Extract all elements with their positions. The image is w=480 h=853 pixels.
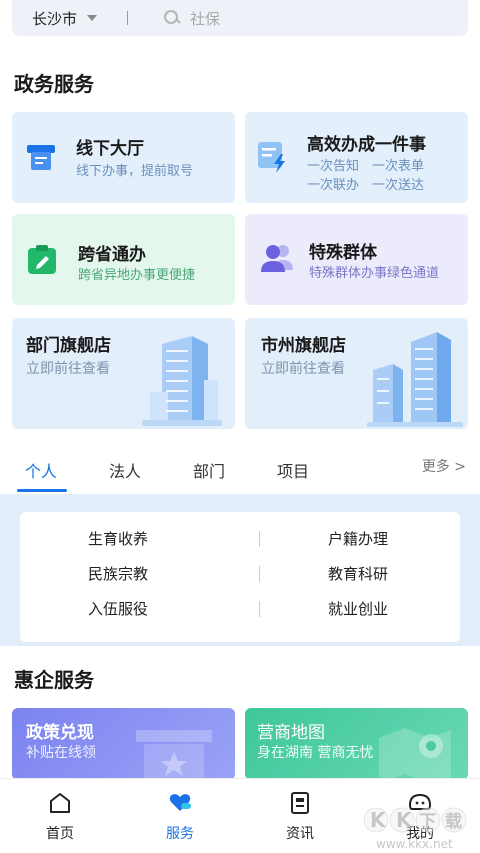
- search-input[interactable]: 社保: [190, 8, 220, 29]
- city-selector[interactable]: 长沙市: [32, 8, 77, 29]
- card-title: 政策兑现: [26, 723, 94, 743]
- category-item[interactable]: 民族宗教: [88, 563, 148, 584]
- svg-text:K: K: [396, 808, 413, 832]
- card-subtitle: 跨省异地办事更便捷: [78, 268, 196, 283]
- card-special-groups[interactable]: 特殊群体 特殊群体办事绿色通道: [245, 214, 468, 305]
- card-business-map[interactable]: 营商地图 身在湖南 营商无忧: [245, 708, 468, 780]
- category-panel: 生育收养 户籍办理 民族宗教 教育科研 入伍服役 就业创业: [0, 494, 480, 646]
- svg-text:载: 载: [445, 811, 462, 832]
- card-title: 线下大厅: [76, 139, 144, 159]
- group-users-icon: [261, 245, 293, 272]
- home-icon: [50, 793, 70, 813]
- nav-news[interactable]: 资讯: [250, 779, 350, 853]
- nav-home[interactable]: 首页: [10, 779, 110, 853]
- news-icon: [291, 792, 309, 814]
- card-subtitle: 立即前往查看: [261, 361, 345, 377]
- clipboard-edit-icon: [28, 245, 56, 274]
- gov-services-title: 政务服务: [14, 72, 94, 96]
- nav-label: 服务: [166, 826, 194, 842]
- lightning-doc-icon: [258, 142, 285, 173]
- tab-personal[interactable]: 个人: [25, 458, 57, 482]
- card-cross-province[interactable]: 跨省通办 跨省异地办事更便捷: [12, 214, 235, 305]
- nav-services[interactable]: 服务: [130, 779, 230, 853]
- category-item[interactable]: 就业创业: [328, 598, 388, 619]
- nav-label: 资讯: [286, 826, 314, 842]
- kkx-watermark-logo: K K 下 载 www.kkx.net: [364, 807, 467, 851]
- more-link[interactable]: 更多 >: [422, 456, 466, 476]
- card-subtitle: 线下办事，提前取号: [76, 164, 194, 179]
- biz-services-title: 惠企服务: [14, 668, 94, 692]
- category-divider: [259, 531, 260, 547]
- card-subtitle: 特殊群体办事绿色通道: [309, 266, 440, 281]
- svg-text:K: K: [370, 808, 387, 832]
- search-divider: [127, 11, 129, 25]
- card-title: 跨省通办: [78, 245, 146, 265]
- svg-text:下: 下: [419, 812, 436, 832]
- category-divider: [259, 601, 260, 617]
- category-grid: 生育收养 户籍办理 民族宗教 教育科研 入伍服役 就业创业: [20, 512, 460, 642]
- card-title: 市州旗舰店: [261, 336, 346, 356]
- svg-text:www.kkx.net: www.kkx.net: [376, 837, 453, 851]
- card-subtitle-line2: 一次联办 一次送达: [307, 178, 425, 193]
- card-subtitle: 立即前往查看: [26, 361, 110, 377]
- ticket-machine-icon: [27, 145, 55, 170]
- search-icon: [164, 10, 180, 26]
- tab-legal-person[interactable]: 法人: [109, 458, 141, 482]
- card-offline-hall[interactable]: 线下大厅 线下办事，提前取号: [12, 112, 235, 203]
- star-box-icon: [136, 730, 212, 780]
- card-title: 高效办成一件事: [307, 135, 426, 155]
- tab-active-indicator: [17, 489, 67, 492]
- tab-project[interactable]: 项目: [277, 458, 309, 482]
- card-subtitle: 补贴在线领: [26, 745, 96, 761]
- card-city-store[interactable]: 市州旗舰店 立即前往查看: [245, 318, 468, 429]
- card-title: 营商地图: [257, 723, 325, 743]
- caret-down-icon[interactable]: [87, 15, 98, 21]
- category-tabs: 个人 法人 部门 项目 更多 >: [0, 450, 480, 494]
- category-item[interactable]: 生育收养: [88, 528, 148, 549]
- card-efficient-service[interactable]: 高效办成一件事 一次告知 一次表单 一次联办 一次送达: [245, 112, 468, 203]
- map-pin-icon: [379, 728, 451, 780]
- tab-department[interactable]: 部门: [193, 458, 225, 482]
- search-bar: 长沙市 社保: [12, 0, 468, 36]
- heart-hand-icon: [169, 794, 191, 811]
- category-item[interactable]: 教育科研: [328, 563, 388, 584]
- nav-label: 首页: [46, 826, 74, 842]
- card-subtitle: 身在湖南 营商无忧: [257, 745, 374, 761]
- category-divider: [259, 566, 260, 582]
- city-buildings-icon: [367, 332, 463, 427]
- category-item[interactable]: 户籍办理: [328, 528, 388, 549]
- card-policy-redeem[interactable]: 政策兑现 补贴在线领: [12, 708, 235, 780]
- card-subtitle-line1: 一次告知 一次表单: [307, 159, 425, 174]
- card-title: 部门旗舰店: [26, 336, 111, 356]
- category-item[interactable]: 入伍服役: [88, 598, 148, 619]
- building-icon: [142, 336, 222, 426]
- card-title: 特殊群体: [309, 243, 377, 263]
- card-department-store[interactable]: 部门旗舰店 立即前往查看: [12, 318, 235, 429]
